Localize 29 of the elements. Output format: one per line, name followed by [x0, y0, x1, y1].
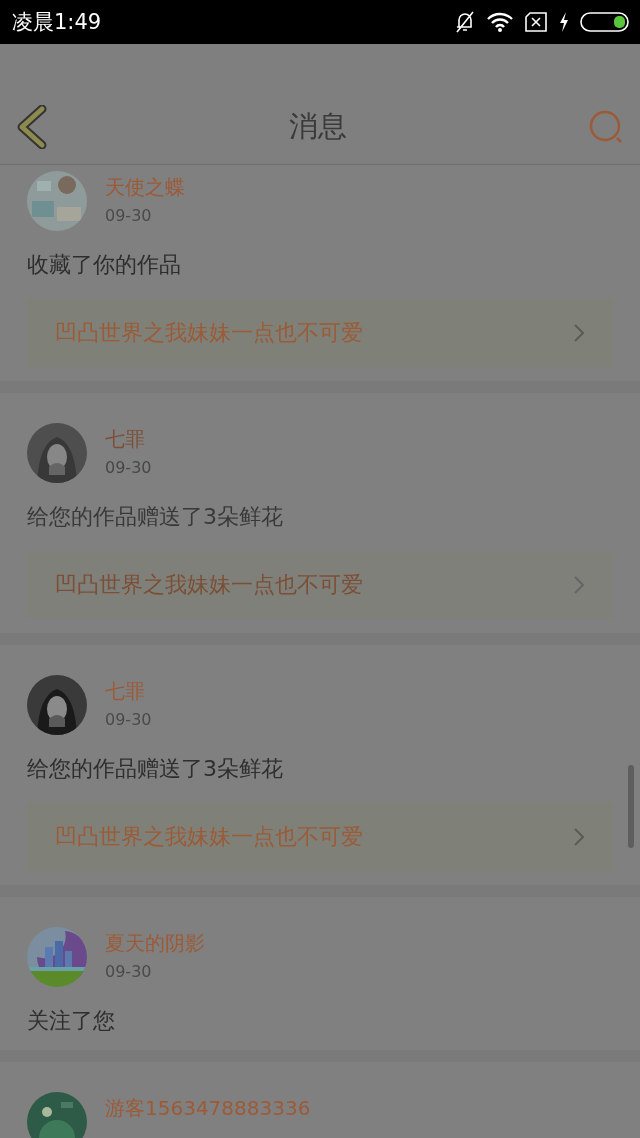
user-name[interactable]: 七罪 [105, 677, 145, 705]
charging-icon [558, 11, 570, 33]
user-name[interactable]: 游客1563478883336 [105, 1094, 311, 1122]
work-link[interactable]: 凹凸世界之我妹妹一点也不可爱 [27, 299, 613, 367]
user-name[interactable]: 七罪 [105, 425, 145, 453]
wifi-icon [486, 11, 514, 33]
status-time: 凌晨1:49 [12, 9, 102, 36]
work-title: 凹凸世界之我妹妹一点也不可爱 [55, 571, 363, 599]
user-name[interactable]: 夏天的阴影 [105, 929, 205, 957]
page-title: 消息 [289, 108, 347, 145]
bell-off-icon [454, 10, 476, 34]
work-title: 凹凸世界之我妹妹一点也不可爱 [55, 823, 363, 851]
message-text: 关注了您 [27, 1007, 115, 1035]
work-link[interactable]: 凹凸世界之我妹妹一点也不可爱 [27, 803, 613, 871]
message-card[interactable]: 游客1563478883336 [0, 1062, 640, 1138]
work-title: 凹凸世界之我妹妹一点也不可爱 [55, 319, 363, 347]
message-text: 给您的作品赠送了3朵鲜花 [27, 755, 283, 783]
chevron-right-icon [573, 827, 585, 847]
message-text: 给您的作品赠送了3朵鲜花 [27, 503, 283, 531]
message-time: 09-30 [105, 457, 152, 479]
sim-off-icon [524, 12, 548, 32]
user-name[interactable]: 天使之蝶 [105, 173, 185, 201]
message-card[interactable]: 七罪 09-30 给您的作品赠送了3朵鲜花 凹凸世界之我妹妹一点也不可爱 [0, 393, 640, 633]
battery-icon [580, 11, 630, 33]
work-link[interactable]: 凹凸世界之我妹妹一点也不可爱 [27, 551, 613, 619]
back-icon[interactable] [16, 105, 48, 149]
chevron-right-icon [573, 575, 585, 595]
chevron-right-icon [573, 323, 585, 343]
message-text: 收藏了你的作品 [27, 251, 181, 279]
